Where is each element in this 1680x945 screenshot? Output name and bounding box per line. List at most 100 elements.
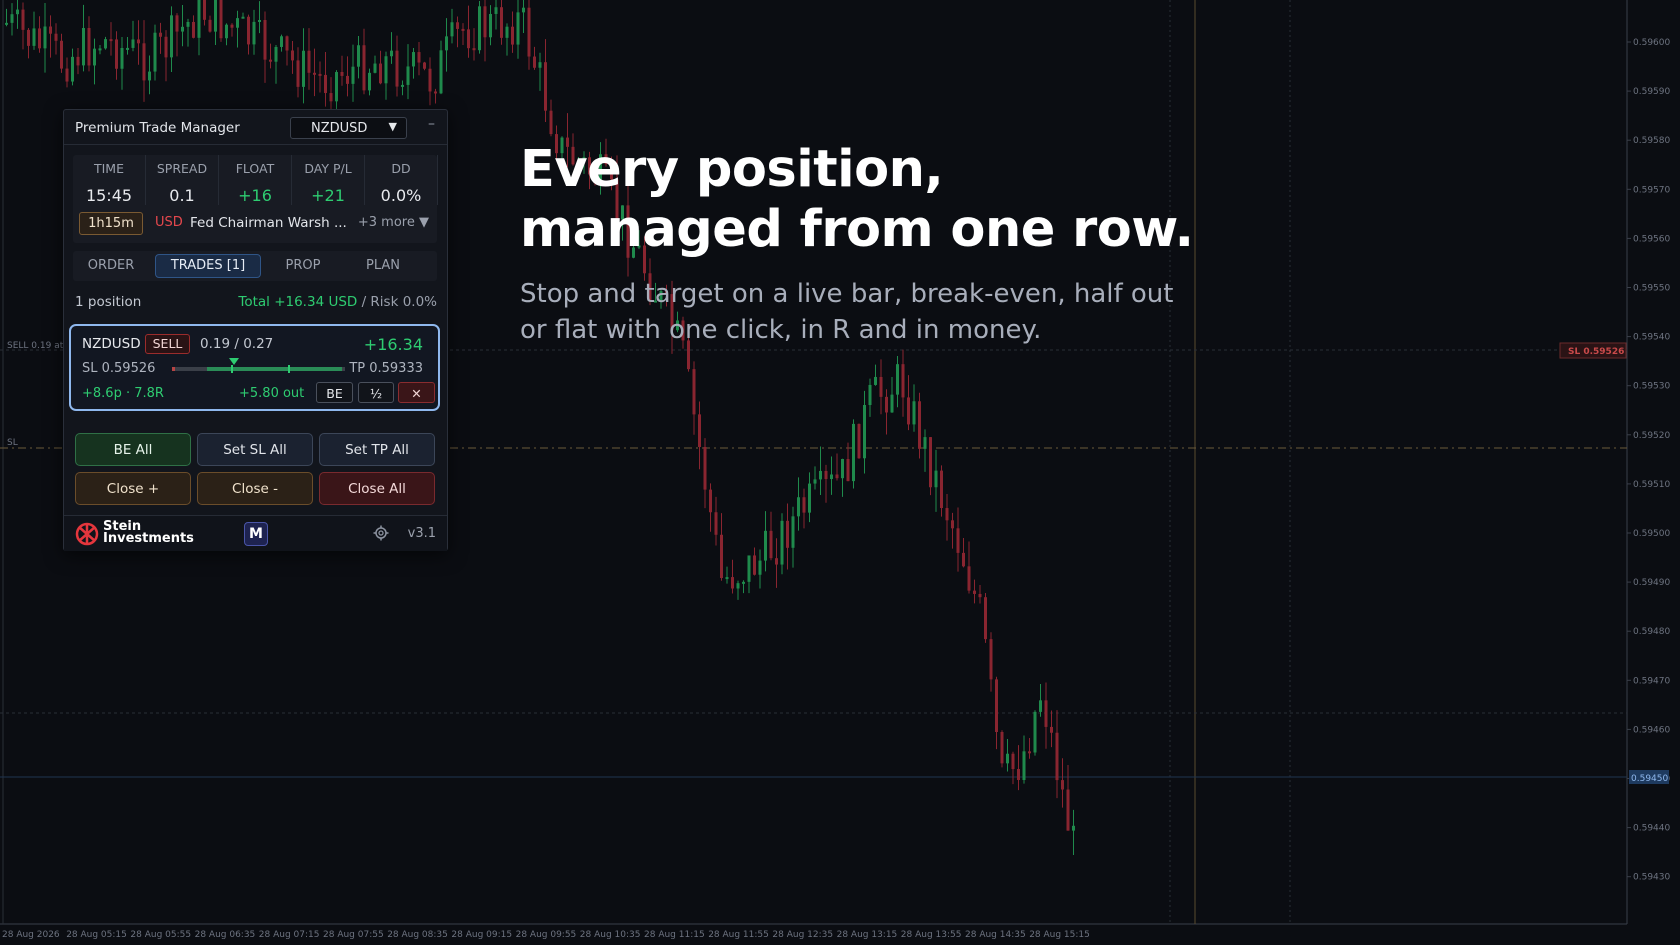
m-badge-icon[interactable]: M bbox=[244, 522, 268, 546]
candle-body bbox=[82, 27, 85, 66]
candle-body bbox=[65, 68, 69, 82]
trade-half-close-button[interactable]: ½ bbox=[358, 382, 394, 403]
candle-body bbox=[868, 384, 872, 406]
news-currency: USD bbox=[155, 215, 183, 230]
hero-title-line-2: managed from one row. bbox=[520, 200, 1194, 259]
candle-body bbox=[32, 28, 36, 46]
tab-order[interactable]: ORDER bbox=[77, 254, 145, 278]
current-price-tag-label: 0.59450 bbox=[1631, 774, 1668, 784]
trade-close-button[interactable]: ✕ bbox=[398, 382, 435, 403]
candle-body bbox=[274, 46, 278, 62]
position-count: 1 position bbox=[75, 294, 142, 310]
candle-body bbox=[379, 63, 382, 84]
candle-body bbox=[1017, 769, 1020, 781]
candle-body bbox=[522, 7, 525, 13]
news-more-toggle[interactable]: +3 more ▼ bbox=[358, 215, 429, 230]
symbol-select[interactable]: NZDUSD ▼ bbox=[290, 117, 407, 139]
trade-sl[interactable]: SL 0.59526 bbox=[82, 361, 155, 376]
close-all-button[interactable]: Close All bbox=[319, 472, 435, 505]
candle-body bbox=[357, 45, 360, 67]
candle-body bbox=[907, 397, 910, 425]
tab-plan[interactable]: PLAN bbox=[349, 254, 417, 278]
candle-body bbox=[126, 47, 129, 50]
set-sl-all-button[interactable]: Set SL All bbox=[197, 433, 313, 466]
candle-body bbox=[181, 26, 184, 32]
progress-gain-segment bbox=[207, 367, 342, 371]
hero-subtitle-line-1: Stop and target on a live bar, break-eve… bbox=[520, 279, 1174, 309]
tab-trades[interactable]: TRADES [1] bbox=[155, 254, 261, 278]
price-tick-label: 0.59580 bbox=[1633, 136, 1670, 146]
candle-body bbox=[93, 48, 96, 66]
trade-be-button[interactable]: BE bbox=[316, 382, 353, 403]
trade-row[interactable]: NZDUSD SELL 0.19 / 0.27 +16.34 SL 0.5952… bbox=[69, 324, 440, 411]
price-tick-label: 0.59590 bbox=[1633, 87, 1670, 97]
time-tick-label: 28 Aug 05:55 bbox=[130, 930, 191, 940]
candle-body bbox=[10, 14, 14, 23]
price-marker-icon[interactable] bbox=[229, 358, 239, 365]
candle-body bbox=[258, 19, 261, 22]
candle-body bbox=[846, 459, 850, 482]
candle-body bbox=[1006, 753, 1009, 764]
time-tick-label: 28 Aug 09:15 bbox=[451, 930, 512, 940]
trade-tp[interactable]: TP 0.59333 bbox=[349, 361, 423, 376]
candle-body bbox=[390, 50, 393, 57]
candle-body bbox=[406, 66, 410, 85]
candle-body bbox=[49, 26, 52, 34]
candle-body bbox=[533, 56, 536, 68]
candle-body bbox=[731, 577, 734, 589]
candle-body bbox=[302, 50, 305, 87]
candle-body bbox=[742, 581, 745, 584]
candle-body bbox=[478, 6, 481, 51]
candle-body bbox=[175, 15, 179, 32]
candle-body bbox=[439, 50, 443, 94]
panel-header[interactable]: Premium Trade Manager NZDUSD ▼ – bbox=[64, 110, 447, 145]
progress-tick bbox=[288, 365, 290, 373]
candle-body bbox=[967, 566, 971, 591]
price-tick-label: 0.59440 bbox=[1633, 824, 1670, 834]
candle-body bbox=[786, 520, 789, 548]
candle-body bbox=[368, 72, 371, 91]
total-risk: / Risk 0.0% bbox=[357, 294, 437, 310]
progress-tick bbox=[231, 365, 233, 373]
candle-body bbox=[830, 474, 833, 480]
close-profitable-button[interactable]: Close + bbox=[75, 472, 191, 505]
candle-body bbox=[791, 516, 795, 548]
total-pnl: Total +16.34 USD bbox=[238, 294, 358, 310]
price-tick-label: 0.59540 bbox=[1633, 333, 1670, 343]
candle-body bbox=[214, 0, 217, 32]
candle-body bbox=[230, 24, 234, 28]
candle-body bbox=[318, 73, 322, 76]
candle-body bbox=[27, 29, 30, 46]
gear-icon[interactable] bbox=[372, 524, 390, 542]
stat-label: SPREAD bbox=[156, 161, 208, 176]
candle-body bbox=[164, 36, 168, 58]
candle-body bbox=[208, 19, 212, 32]
price-tick-label: 0.59480 bbox=[1633, 627, 1670, 637]
minimize-button[interactable]: – bbox=[428, 116, 435, 132]
candle-body bbox=[54, 33, 58, 41]
set-tp-all-button[interactable]: Set TP All bbox=[319, 433, 435, 466]
candle-body bbox=[412, 52, 415, 67]
candle-body bbox=[203, 0, 206, 20]
candle-body bbox=[120, 47, 124, 69]
stat-label: DAY P/L bbox=[304, 161, 352, 176]
price-tick-label: 0.59430 bbox=[1633, 873, 1670, 883]
stat-dd: DD 0.0% bbox=[365, 155, 438, 205]
candle-body bbox=[115, 39, 118, 69]
hero-title-line-1: Every position, bbox=[520, 140, 944, 199]
be-all-button[interactable]: BE All bbox=[75, 433, 191, 466]
trade-manager-panel: Premium Trade Manager NZDUSD ▼ – TIME 15… bbox=[63, 109, 448, 551]
news-row[interactable]: 1h15m USD Fed Chairman Warsh ... +3 more… bbox=[73, 208, 437, 238]
candle-body bbox=[1028, 751, 1031, 754]
sl-tp-progress-bar[interactable] bbox=[172, 358, 345, 373]
candle-body bbox=[918, 401, 921, 449]
candle-body bbox=[995, 679, 998, 732]
candle-body bbox=[16, 9, 19, 15]
tab-prop[interactable]: PROP bbox=[269, 254, 337, 278]
candle-body bbox=[153, 32, 157, 72]
candle-body bbox=[885, 396, 888, 413]
close-losing-button[interactable]: Close - bbox=[197, 472, 313, 505]
candle-body bbox=[329, 93, 333, 102]
stat-time: TIME 15:45 bbox=[73, 155, 146, 205]
tab-bar: ORDER TRADES [1] PROP PLAN bbox=[73, 251, 437, 281]
